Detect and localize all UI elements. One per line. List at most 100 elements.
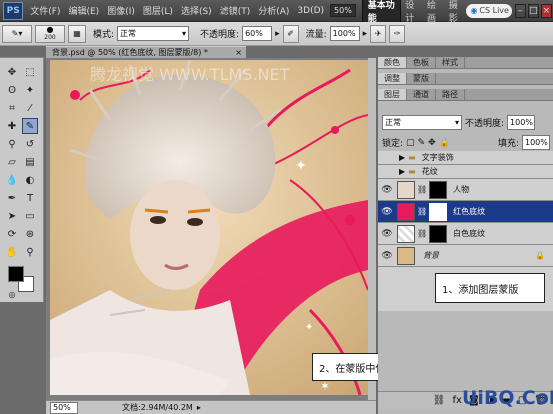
blend-mode-value: 正常: [385, 118, 401, 127]
menu-image[interactable]: 图像(I): [103, 4, 139, 17]
lock-transparent-icon[interactable]: ▢: [406, 138, 415, 148]
tab-layers[interactable]: 图层: [378, 89, 407, 100]
visibility-eye-icon[interactable]: 👁: [381, 206, 393, 218]
marquee-tool-icon[interactable]: ⬚: [22, 64, 38, 80]
image-canvas[interactable]: ✦ ✦ ✶ 腾龙视觉 WWW.TLMS.NET: [50, 60, 368, 395]
menu-bar: PS 文件(F) 编辑(E) 图像(I) 图层(L) 选择(S) 滤镜(T) 分…: [0, 0, 553, 27]
menu-analysis[interactable]: 分析(A): [254, 4, 293, 17]
vertical-scrollbar[interactable]: [368, 58, 376, 400]
layer-name: 人物: [453, 185, 470, 194]
tab-styles[interactable]: 样式: [436, 57, 465, 68]
menu-edit[interactable]: 编辑(E): [64, 4, 103, 17]
hand-tool-icon[interactable]: ✋: [4, 244, 20, 260]
toolbox: ✥ ⬚ ʘ ✦ ⌗ ⁄ ✚ ✎ ⚲ ↺ ▱ ▤ 💧 ◐ ✒ T ➤ ▭ ⟳ ⊛ …: [0, 57, 44, 302]
menu-file[interactable]: 文件(F): [26, 4, 64, 17]
layer-row-background[interactable]: 👁 背景 🔒: [378, 245, 553, 267]
link-icon: ⛓: [417, 185, 428, 194]
cs-live-button[interactable]: ◉ CS Live: [466, 3, 512, 18]
tab-paths[interactable]: 路径: [436, 89, 465, 100]
healing-brush-tool-icon[interactable]: ✚: [4, 118, 20, 134]
airbrush-toggle[interactable]: ✈: [370, 24, 387, 43]
zoom-tool-icon[interactable]: ⚲: [22, 244, 38, 260]
eyedropper-tool-icon[interactable]: ⁄: [22, 100, 38, 116]
crop-tool-icon[interactable]: ⌗: [4, 100, 20, 116]
opacity-dropdown-icon[interactable]: ▸: [275, 29, 280, 39]
gradient-tool-icon[interactable]: ▤: [22, 154, 38, 170]
svg-text:✶: ✶: [320, 379, 330, 393]
clone-stamp-tool-icon[interactable]: ⚲: [4, 136, 20, 152]
3d-rotate-tool-icon[interactable]: ⟳: [4, 226, 20, 242]
pressure-opacity-toggle[interactable]: ✐: [282, 24, 299, 43]
menu-filter[interactable]: 滤镜(T): [216, 4, 255, 17]
tab-swatches[interactable]: 色板: [407, 57, 436, 68]
status-zoom-input[interactable]: 50%: [50, 401, 78, 414]
dodge-tool-icon[interactable]: ◐: [22, 172, 38, 188]
lock-image-icon[interactable]: ✎: [418, 138, 426, 148]
layer-row-person[interactable]: 👁 ⛓ 人物: [378, 179, 553, 201]
close-button[interactable]: ×: [540, 3, 552, 18]
history-brush-tool-icon[interactable]: ↺: [22, 136, 38, 152]
flow-input[interactable]: 100%: [329, 26, 360, 41]
visibility-eye-icon[interactable]: 👁: [381, 184, 393, 196]
zoom-select[interactable]: 50%: [330, 4, 356, 17]
menu-select[interactable]: 选择(S): [177, 4, 216, 17]
path-select-tool-icon[interactable]: ➤: [4, 208, 20, 224]
type-tool-icon[interactable]: T: [22, 190, 38, 206]
status-menu-icon[interactable]: ▸: [197, 403, 201, 412]
cs-live-icon: ◉: [470, 6, 478, 15]
layer-name: 白色底纹: [453, 229, 486, 238]
pen-tool-icon[interactable]: ✒: [4, 190, 20, 206]
minimize-button[interactable]: –: [514, 3, 526, 18]
chevron-down-icon: ▾: [182, 29, 187, 38]
lock-position-icon[interactable]: ✥: [428, 138, 436, 148]
pressure-size-toggle[interactable]: ✑: [389, 24, 406, 43]
maximize-button[interactable]: □: [527, 3, 539, 18]
tab-adjustments[interactable]: 调整: [378, 73, 407, 84]
shape-tool-icon[interactable]: ▭: [22, 208, 38, 224]
tab-channels[interactable]: 通道: [407, 89, 436, 100]
brush-preset-picker[interactable]: ● 200: [35, 24, 65, 43]
expand-arrow-icon[interactable]: ▶: [399, 167, 405, 176]
document-tab[interactable]: 背景.psd @ 50% (红色底纹, 图层蒙版/8) * ×: [46, 46, 246, 58]
lasso-tool-icon[interactable]: ʘ: [4, 82, 20, 98]
blend-mode-select[interactable]: 正常 ▾: [382, 115, 462, 130]
tab-color[interactable]: 颜色: [378, 57, 407, 68]
link-icon: ⛓: [417, 207, 428, 216]
opacity-label: 不透明度:: [200, 30, 240, 40]
quick-select-tool-icon[interactable]: ✦: [22, 82, 38, 98]
layer-row-text-decor[interactable]: ▶ ▬ 文字装饰: [378, 151, 553, 165]
visibility-eye-icon[interactable]: 👁: [381, 228, 393, 240]
layer-row-pattern[interactable]: ▶ ▬ 花纹: [378, 165, 553, 179]
move-tool-icon[interactable]: ✥: [4, 64, 20, 80]
eraser-tool-icon[interactable]: ▱: [4, 154, 20, 170]
3d-orbit-tool-icon[interactable]: ⊛: [22, 226, 38, 242]
blur-tool-icon[interactable]: 💧: [4, 172, 20, 188]
fx-icon[interactable]: fx: [453, 395, 462, 406]
layer-row-white-pattern[interactable]: 👁 ⛓ 白色底纹: [378, 223, 553, 245]
menu-layer[interactable]: 图层(L): [139, 4, 177, 17]
tool-preset-picker[interactable]: ✎▾: [2, 24, 32, 43]
app-logo: PS: [3, 1, 24, 20]
layer-row-red-pattern[interactable]: 👁 ⛓ 红色底纹: [378, 201, 553, 223]
quick-mask-icon[interactable]: ◎: [4, 286, 20, 302]
link-layers-icon[interactable]: ⛓: [433, 395, 446, 406]
mode-select[interactable]: 正常 ▾: [117, 26, 190, 41]
lock-all-icon[interactable]: 🔒: [439, 138, 450, 148]
brush-panel-toggle[interactable]: ▦: [68, 24, 86, 43]
brush-icon: ✎▾: [11, 29, 23, 38]
brush-tool-icon[interactable]: ✎: [22, 118, 38, 134]
visibility-eye-icon[interactable]: 👁: [381, 250, 393, 262]
layer-name: 花纹: [421, 167, 438, 176]
fill-input[interactable]: 100%: [522, 135, 550, 150]
menu-3d[interactable]: 3D(D): [293, 6, 328, 16]
tab-masks[interactable]: 蒙版: [407, 73, 436, 84]
visibility-eye-icon[interactable]: [381, 152, 393, 164]
expand-arrow-icon[interactable]: ▶: [399, 153, 405, 162]
flow-dropdown-icon[interactable]: ▸: [363, 29, 368, 39]
close-tab-icon[interactable]: ×: [235, 48, 242, 57]
opacity-input[interactable]: 60%: [242, 26, 273, 41]
layer-opacity-input[interactable]: 100%: [507, 115, 536, 130]
mode-label: 模式:: [93, 30, 115, 40]
mask-thumbnail: [429, 224, 448, 243]
visibility-eye-icon[interactable]: [381, 166, 393, 178]
